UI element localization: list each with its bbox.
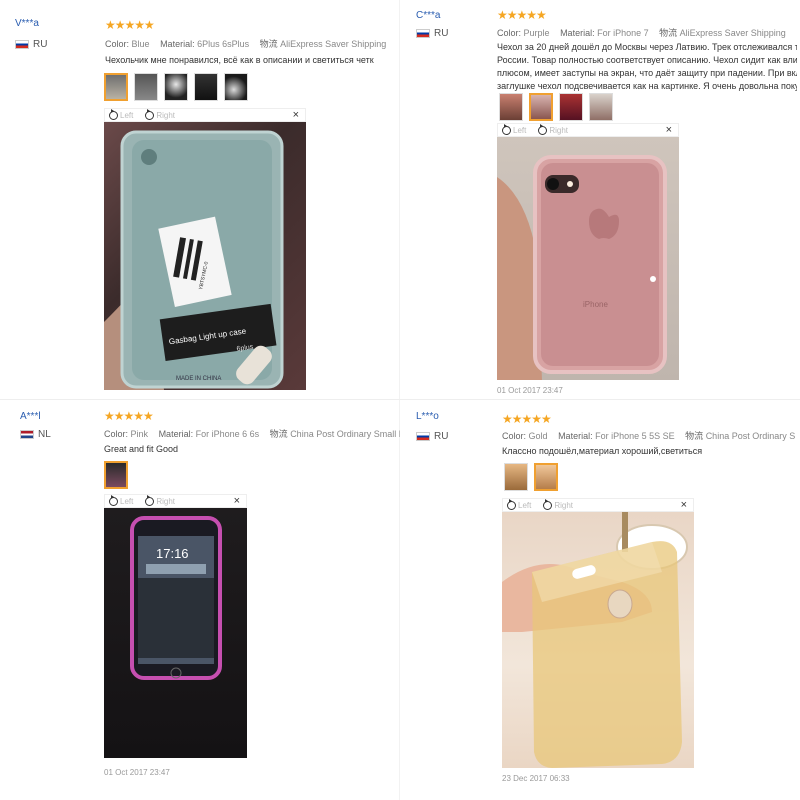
reviewer-country: RU bbox=[416, 431, 448, 442]
reviewer-name[interactable]: L***o bbox=[416, 411, 439, 422]
review-photo bbox=[502, 512, 694, 768]
rotate-right-icon bbox=[538, 123, 548, 135]
rotate-right-icon bbox=[145, 108, 155, 120]
photo-thumbnails bbox=[104, 461, 128, 489]
made-in-text: MADE IN CHINA bbox=[176, 376, 221, 382]
image-viewer: Left Right × iPhone bbox=[497, 123, 679, 380]
image-viewer: Left Right × Gasbag Light up case 6plus … bbox=[104, 108, 306, 390]
lockscreen-time: 17:16 bbox=[156, 546, 189, 561]
viewer-toolbar: Left Right × bbox=[104, 108, 306, 122]
reviewer-country: NL bbox=[20, 429, 51, 440]
rotate-left-button[interactable]: Left bbox=[502, 123, 526, 135]
image-viewer: Left Right × 17:16 bbox=[104, 494, 247, 758]
review-photo: Gasbag Light up case 6plus MADE IN CHINA… bbox=[104, 122, 306, 390]
review-card-1: V***a RU ★★★★★ Color: Blue Material: 6Pl… bbox=[0, 0, 400, 400]
rotate-right-button[interactable]: Right bbox=[145, 108, 175, 120]
rotate-right-button[interactable]: Right bbox=[145, 494, 175, 506]
rotate-right-icon bbox=[145, 494, 155, 506]
review-photo: iPhone bbox=[497, 137, 679, 380]
review-text: Чехол за 20 дней дошёл до Москвы через Л… bbox=[497, 42, 797, 91]
country-code: RU bbox=[434, 431, 449, 442]
close-icon[interactable]: × bbox=[234, 495, 240, 508]
thumbnail[interactable] bbox=[104, 73, 128, 101]
review-date: 01 Oct 2017 23:47 bbox=[497, 386, 563, 395]
sku-info: Color: Gold Material: For iPhone 5 5S SE… bbox=[502, 431, 796, 441]
lit-phone-case-image: 17:16 bbox=[130, 516, 222, 680]
rotate-left-icon bbox=[502, 123, 511, 135]
flag-ru-icon bbox=[416, 29, 430, 38]
thumbnail[interactable] bbox=[559, 93, 583, 121]
thumbnail[interactable] bbox=[504, 463, 528, 491]
thumbnail[interactable] bbox=[589, 93, 613, 121]
case-in-package-image: Gasbag Light up case 6plus MADE IN CHINA… bbox=[104, 130, 284, 390]
flag-ru-icon bbox=[416, 432, 430, 441]
reviewer-name[interactable]: V***a bbox=[15, 18, 39, 29]
thumbnail[interactable] bbox=[534, 463, 558, 491]
sku-info: Color: Blue Material: 6Plus 6sPlus 物流 Al… bbox=[105, 39, 387, 49]
close-icon[interactable]: × bbox=[293, 109, 299, 122]
viewer-toolbar: Left Right × bbox=[104, 494, 247, 508]
rotate-left-icon bbox=[109, 494, 118, 506]
country-code: NL bbox=[38, 429, 51, 440]
review-card-2: C***a RU ★★★★★ Color: Purple Material: F… bbox=[400, 0, 800, 400]
review-photo: 17:16 bbox=[104, 508, 247, 758]
star-rating: ★★★★★ bbox=[502, 412, 552, 426]
sku-info: Color: Purple Material: For iPhone 7 物流 … bbox=[497, 28, 786, 38]
reviewer-name[interactable]: C***a bbox=[416, 10, 440, 21]
rotate-left-button[interactable]: Left bbox=[109, 494, 133, 506]
thumbnail[interactable] bbox=[529, 93, 553, 121]
thumbnail[interactable] bbox=[104, 461, 128, 489]
viewer-toolbar: Left Right × bbox=[497, 123, 679, 137]
viewer-toolbar: Left Right × bbox=[502, 498, 694, 512]
rotate-left-button[interactable]: Left bbox=[109, 108, 133, 120]
rotate-right-button[interactable]: Right bbox=[543, 498, 573, 510]
iphone-logo-text: iPhone bbox=[583, 300, 608, 309]
close-icon[interactable]: × bbox=[666, 124, 672, 137]
reviewer-country: RU bbox=[15, 39, 47, 50]
close-icon[interactable]: × bbox=[681, 499, 687, 512]
sku-info: Color: Pink Material: For iPhone 6 6s 物流… bbox=[104, 429, 400, 439]
flag-ru-icon bbox=[15, 40, 29, 49]
thumbnail[interactable] bbox=[224, 73, 248, 101]
pink-iphone-case-image: iPhone bbox=[497, 155, 667, 380]
photo-thumbnails bbox=[104, 73, 248, 101]
review-date: 01 Oct 2017 23:47 bbox=[104, 768, 170, 777]
flag-nl-icon bbox=[20, 430, 34, 439]
rotate-left-icon bbox=[507, 498, 516, 510]
review-text: Great and fit Good bbox=[104, 444, 179, 454]
review-text: Чехольчик мне понравился, всё как в опис… bbox=[105, 55, 374, 65]
country-code: RU bbox=[434, 28, 449, 39]
rotate-right-icon bbox=[543, 498, 553, 510]
review-card-3: A***l NL ★★★★★ Color: Pink Material: For… bbox=[0, 400, 400, 800]
thumbnail[interactable] bbox=[194, 73, 218, 101]
reviewer-name[interactable]: A***l bbox=[20, 411, 41, 422]
thumbnail[interactable] bbox=[164, 73, 188, 101]
rotate-left-button[interactable]: Left bbox=[507, 498, 531, 510]
star-rating: ★★★★★ bbox=[104, 409, 154, 423]
star-rating: ★★★★★ bbox=[105, 18, 155, 32]
photo-thumbnails bbox=[499, 93, 613, 121]
review-card-4: L***o RU ★★★★★ Color: Gold Material: For… bbox=[400, 400, 800, 800]
thumbnail[interactable] bbox=[499, 93, 523, 121]
rotate-right-button[interactable]: Right bbox=[538, 123, 568, 135]
review-date: 23 Dec 2017 06:33 bbox=[502, 774, 570, 783]
image-viewer: Left Right × bbox=[502, 498, 694, 768]
review-text: Классно подошёл,материал хороший,светить… bbox=[502, 446, 703, 456]
rotate-left-icon bbox=[109, 108, 118, 120]
reviewer-country: RU bbox=[416, 28, 448, 39]
thumbnail[interactable] bbox=[134, 73, 158, 101]
star-rating: ★★★★★ bbox=[497, 8, 547, 22]
country-code: RU bbox=[33, 39, 48, 50]
photo-thumbnails bbox=[504, 463, 558, 491]
gold-case-in-hand-image bbox=[502, 512, 688, 768]
